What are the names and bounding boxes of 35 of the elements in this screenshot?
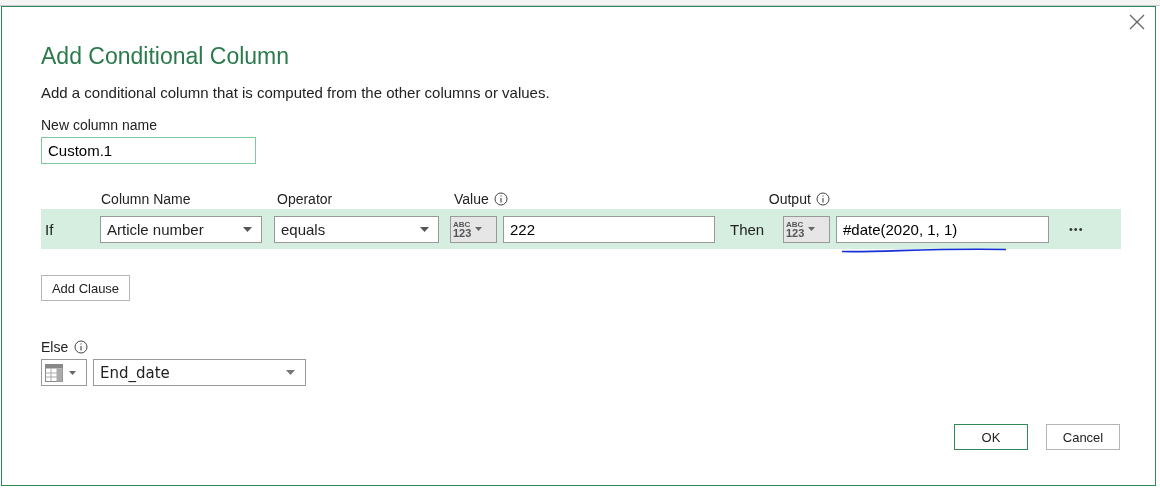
if-label: If [45, 220, 55, 238]
ok-button[interactable]: OK [954, 424, 1028, 450]
close-button[interactable] [1129, 14, 1145, 30]
info-icon [74, 340, 89, 354]
else-dropdown[interactable]: End_date [93, 359, 306, 386]
column-name-header: Column Name [101, 191, 192, 207]
caret-icon [69, 370, 76, 375]
value-field[interactable]: 222 [503, 215, 715, 243]
dialog-description: Add a conditional column that is computed from the other columns or values. [41, 84, 551, 101]
column-name-field[interactable]: Custom.1 [41, 137, 256, 164]
info-icon [493, 192, 508, 206]
dialog-title: Add Conditional Column [41, 43, 291, 70]
table-icon [45, 363, 63, 382]
operator-dropdown[interactable]: equals [274, 215, 439, 243]
add-clause-button[interactable]: Add Clause [41, 275, 130, 301]
then-label: Then [730, 220, 766, 238]
caret-icon [808, 227, 816, 231]
close-icon [1129, 14, 1145, 30]
operator-header: Operator [277, 191, 334, 207]
type-dropdown[interactable]: ABC 123 [450, 215, 497, 243]
column-dropdown[interactable]: Article number [100, 215, 262, 243]
new-column-label: New column name [41, 117, 158, 133]
more-button[interactable]: ••• [1069, 223, 1084, 235]
caret-icon [420, 226, 429, 232]
type-dropdown[interactable] [41, 359, 87, 386]
value-header: Value [454, 191, 489, 207]
cancel-button[interactable]: Cancel [1046, 424, 1120, 450]
output-field[interactable]: #date(2020, 1, 1) [836, 215, 1049, 243]
else-label: Else [41, 339, 69, 355]
caret-icon [243, 226, 252, 232]
caret-icon [286, 370, 295, 375]
caret-icon [475, 227, 483, 231]
type-dropdown[interactable]: ABC 123 [783, 215, 830, 243]
info-icon [815, 192, 830, 206]
output-header: Output [768, 191, 811, 207]
